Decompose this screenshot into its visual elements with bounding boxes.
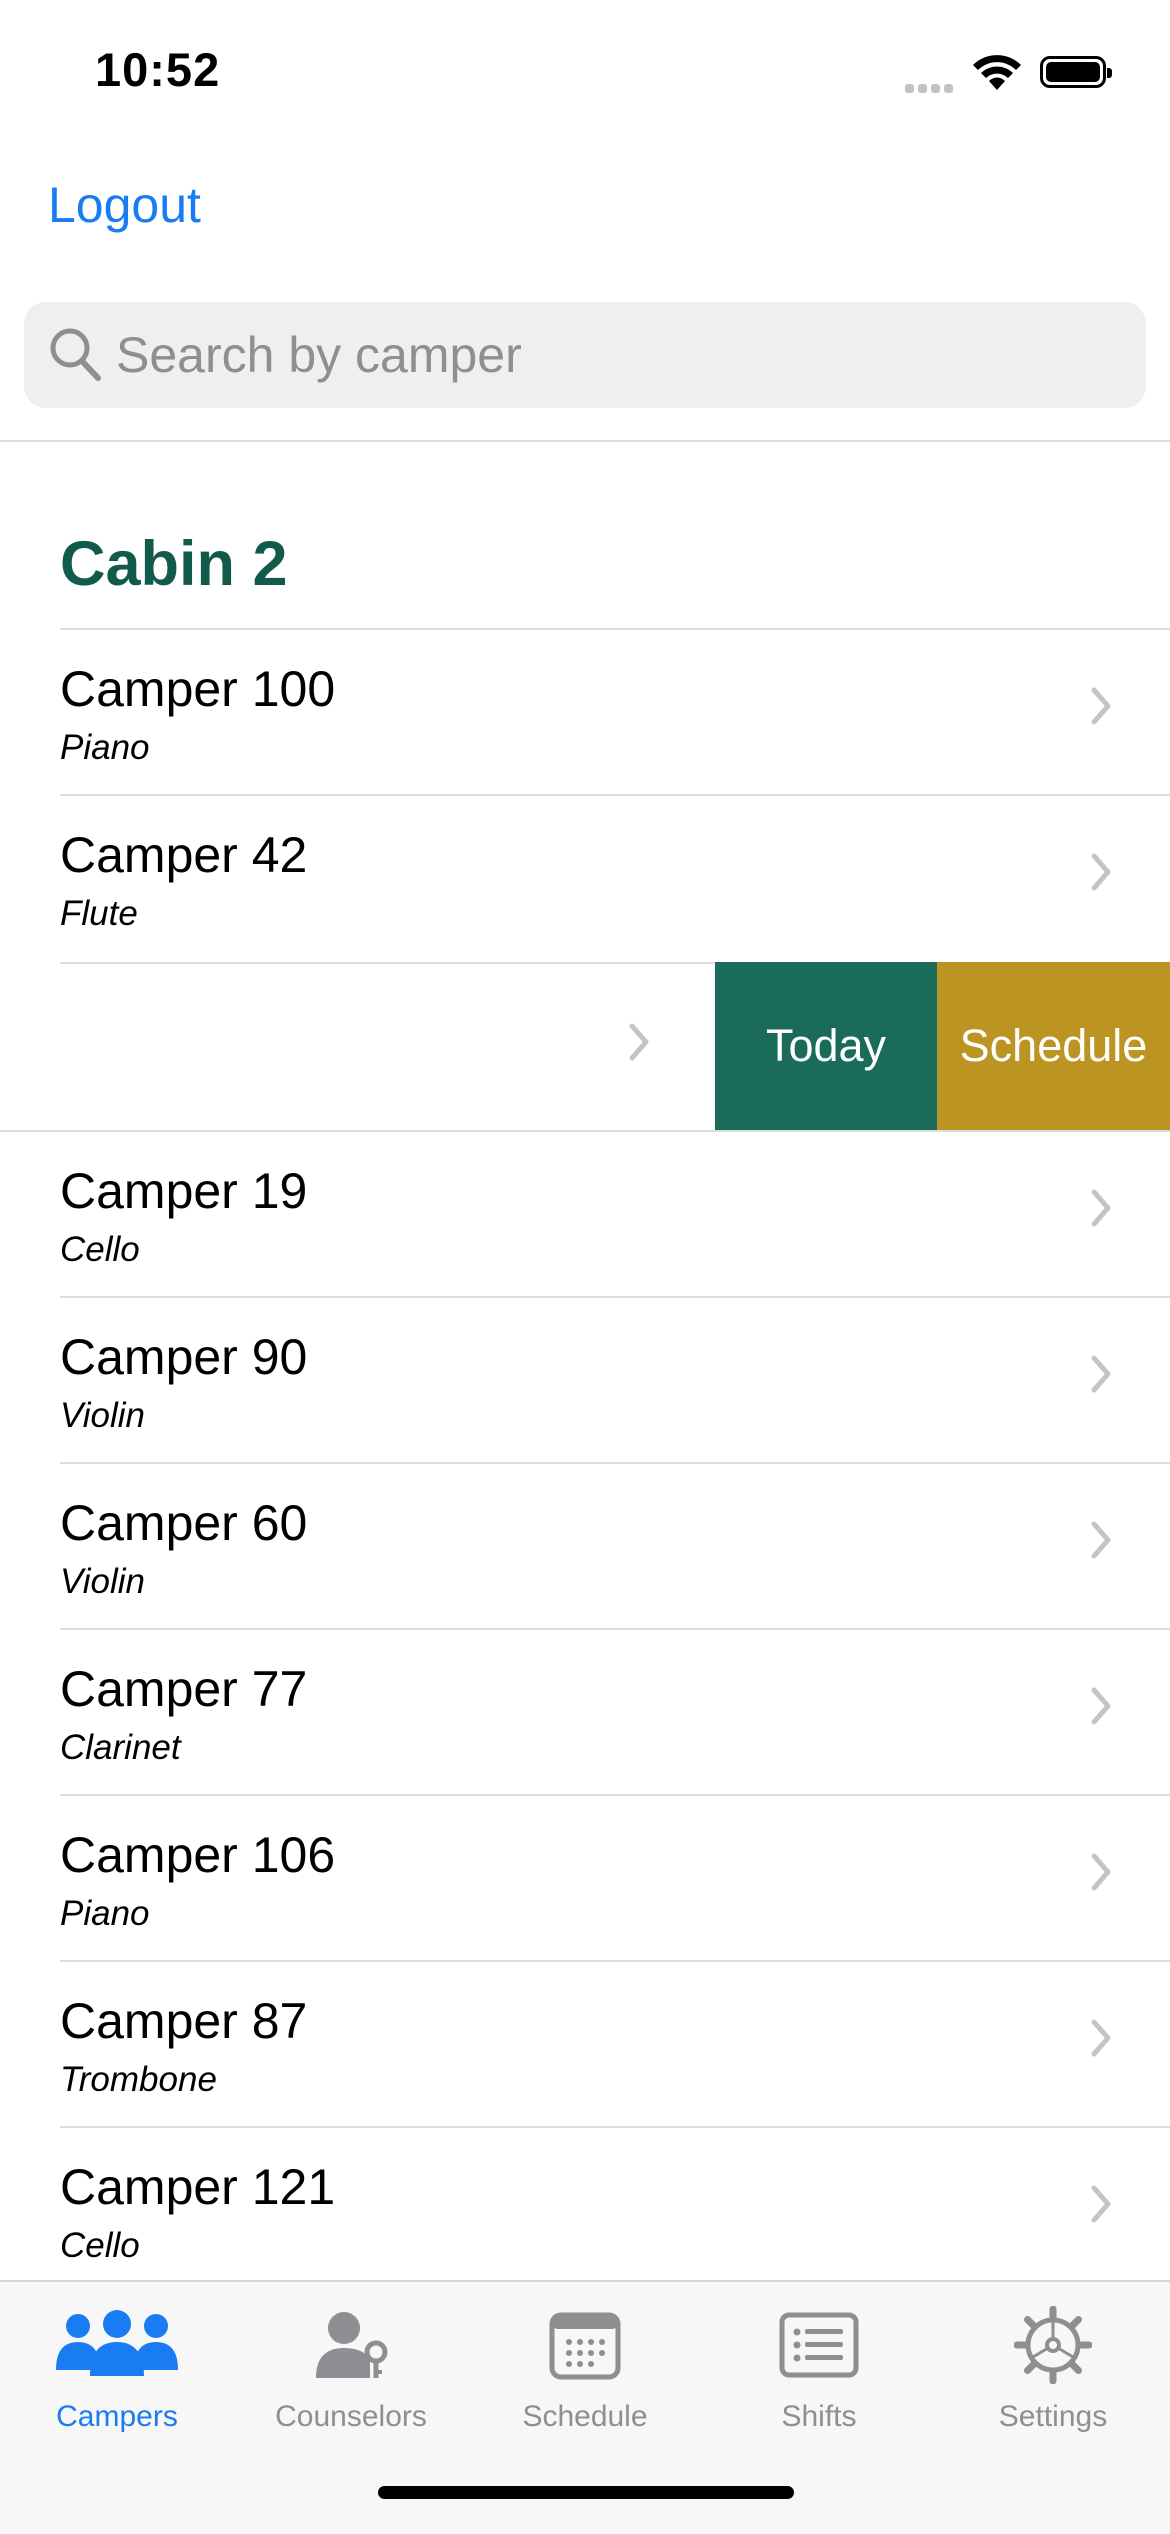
row-separator bbox=[60, 1296, 1170, 1298]
chevron-right-icon bbox=[1090, 852, 1112, 897]
row-separator bbox=[60, 628, 1170, 630]
tab-label: Counselors bbox=[275, 2400, 427, 2433]
list-item[interactable]: Camper 77 Clarinet bbox=[0, 1628, 1170, 1794]
camper-instrument: Violin bbox=[60, 1562, 145, 1601]
section-header: Cabin 2 bbox=[60, 529, 288, 599]
list-item[interactable]: Camper 60 Violin bbox=[0, 1462, 1170, 1628]
chevron-right-icon bbox=[1090, 1686, 1112, 1731]
camper-name: Camper 90 bbox=[60, 1329, 308, 1385]
row-separator bbox=[0, 1130, 1170, 1132]
tab-label: Campers bbox=[56, 2400, 178, 2433]
cellular-signal-icon bbox=[905, 80, 957, 98]
tab-label: Shifts bbox=[781, 2400, 857, 2433]
camper-instrument: Piano bbox=[60, 1894, 150, 1933]
swiped-list-item[interactable]: Today Schedule bbox=[0, 962, 1170, 1130]
people-icon bbox=[0, 2300, 234, 2390]
camper-instrument: Piano bbox=[60, 728, 150, 767]
battery-icon bbox=[1040, 56, 1112, 88]
list-icon bbox=[702, 2300, 936, 2390]
chevron-right-icon bbox=[1090, 2184, 1112, 2229]
chevron-right-icon bbox=[1090, 1520, 1112, 1565]
camper-name: Camper 60 bbox=[60, 1495, 308, 1551]
chevron-right-icon bbox=[1090, 1354, 1112, 1399]
row-separator bbox=[60, 2126, 1170, 2128]
camper-name: Camper 42 bbox=[60, 827, 308, 883]
row-separator bbox=[60, 1462, 1170, 1464]
tab-shifts[interactable]: Shifts bbox=[702, 2282, 936, 2462]
wifi-icon bbox=[970, 52, 1024, 97]
chevron-right-icon bbox=[1090, 2018, 1112, 2063]
camper-instrument: Flute bbox=[60, 894, 138, 933]
calendar-icon bbox=[468, 2300, 702, 2390]
row-separator bbox=[60, 1794, 1170, 1796]
chevron-right-icon bbox=[1090, 1852, 1112, 1897]
person-key-icon bbox=[234, 2300, 468, 2390]
search-container: Search by camper bbox=[0, 274, 1170, 442]
camper-instrument: Trombone bbox=[60, 2060, 217, 2099]
home-indicator bbox=[378, 2486, 794, 2499]
camper-name: Camper 100 bbox=[60, 661, 336, 717]
chevron-right-icon bbox=[1090, 1188, 1112, 1233]
chevron-right-icon bbox=[628, 1022, 650, 1067]
row-separator bbox=[60, 1628, 1170, 1630]
tab-counselors[interactable]: Counselors bbox=[234, 2282, 468, 2462]
row-separator bbox=[60, 1960, 1170, 1962]
camper-name: Camper 106 bbox=[60, 1827, 336, 1883]
tab-label: Settings bbox=[998, 2400, 1108, 2433]
chevron-right-icon bbox=[1090, 686, 1112, 731]
camper-name: Camper 77 bbox=[60, 1661, 308, 1717]
status-time: 10:52 bbox=[95, 43, 221, 96]
navigation-bar: Logout bbox=[0, 140, 1170, 276]
list-item[interactable]: Camper 121 Cello bbox=[0, 2126, 1170, 2292]
search-input[interactable]: Search by camper bbox=[116, 326, 522, 384]
list-item[interactable]: Camper 87 Trombone bbox=[0, 1960, 1170, 2126]
schedule-action-button[interactable]: Schedule bbox=[937, 962, 1170, 1130]
camper-instrument: Cello bbox=[60, 1230, 140, 1269]
list-item[interactable]: Camper 100 Piano bbox=[0, 628, 1170, 794]
search-field[interactable]: Search by camper bbox=[24, 302, 1146, 408]
tab-label: Schedule bbox=[522, 2400, 648, 2433]
camper-instrument: Cello bbox=[60, 2226, 140, 2265]
tab-campers[interactable]: Campers bbox=[0, 2282, 234, 2462]
logout-button[interactable]: Logout bbox=[48, 176, 201, 234]
list-item[interactable]: Camper 19 Cello bbox=[0, 1130, 1170, 1296]
camper-name: Camper 19 bbox=[60, 1163, 308, 1219]
tab-settings[interactable]: Settings bbox=[936, 2282, 1170, 2462]
status-bar: 10:52 bbox=[0, 0, 1170, 140]
camper-instrument: Violin bbox=[60, 1396, 145, 1435]
camper-name: Camper 87 bbox=[60, 1993, 308, 2049]
camper-name: Camper 121 bbox=[60, 2159, 336, 2215]
list-item[interactable]: Camper 90 Violin bbox=[0, 1296, 1170, 1462]
search-icon bbox=[48, 324, 104, 389]
list-item[interactable]: Camper 42 Flute bbox=[0, 794, 1170, 960]
today-action-button[interactable]: Today bbox=[715, 962, 937, 1130]
list-item[interactable]: Camper 106 Piano bbox=[0, 1794, 1170, 1960]
tab-schedule[interactable]: Schedule bbox=[468, 2282, 702, 2462]
camper-instrument: Clarinet bbox=[60, 1728, 181, 1767]
row-separator bbox=[60, 794, 1170, 796]
gear-icon bbox=[936, 2300, 1170, 2390]
